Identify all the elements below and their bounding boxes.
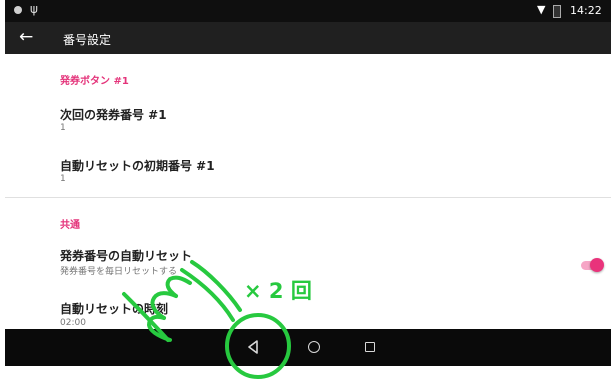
category-header-ticket: 発券ボタン #1 xyxy=(60,76,129,87)
app-bar: ← 番号設定 xyxy=(5,22,611,54)
recents-square-icon[interactable] xyxy=(365,342,375,352)
home-circle-icon[interactable] xyxy=(308,341,320,353)
pref-value: 1 xyxy=(60,174,66,184)
back-arrow-icon[interactable]: ← xyxy=(19,27,33,47)
pref-title: 次回の発券番号 #1 xyxy=(60,108,167,122)
device-screen: ψ ▼ 14:22 ← 番号設定 発券ボタン #1 次回の発券番号 #1 1 自… xyxy=(5,0,611,379)
wifi-icon: ▼ xyxy=(537,3,546,16)
page-title: 番号設定 xyxy=(63,33,112,47)
pref-title: 自動リセットの初期番号 #1 xyxy=(60,159,215,173)
clock: 14:22 xyxy=(570,4,602,17)
status-bar: ψ ▼ 14:22 xyxy=(5,0,611,22)
category-header-common: 共通 xyxy=(60,220,80,231)
back-triangle-icon[interactable] xyxy=(245,338,261,356)
battery-icon xyxy=(553,5,561,18)
notification-dot-icon xyxy=(14,6,22,14)
pref-title: 発券番号の自動リセット xyxy=(60,249,193,263)
usb-icon: ψ xyxy=(30,2,38,16)
pref-value: 02:00 xyxy=(60,318,86,328)
toggle-thumb xyxy=(590,258,604,272)
navigation-bar xyxy=(5,329,611,366)
pref-title: 自動リセットの時刻 xyxy=(60,302,169,316)
section-divider xyxy=(5,197,611,198)
auto-reset-toggle[interactable] xyxy=(579,257,605,273)
pref-summary: 発券番号を毎日リセットする xyxy=(60,267,178,277)
tap-count-label: × 2 回 xyxy=(244,279,312,303)
pref-value: 1 xyxy=(60,123,66,133)
